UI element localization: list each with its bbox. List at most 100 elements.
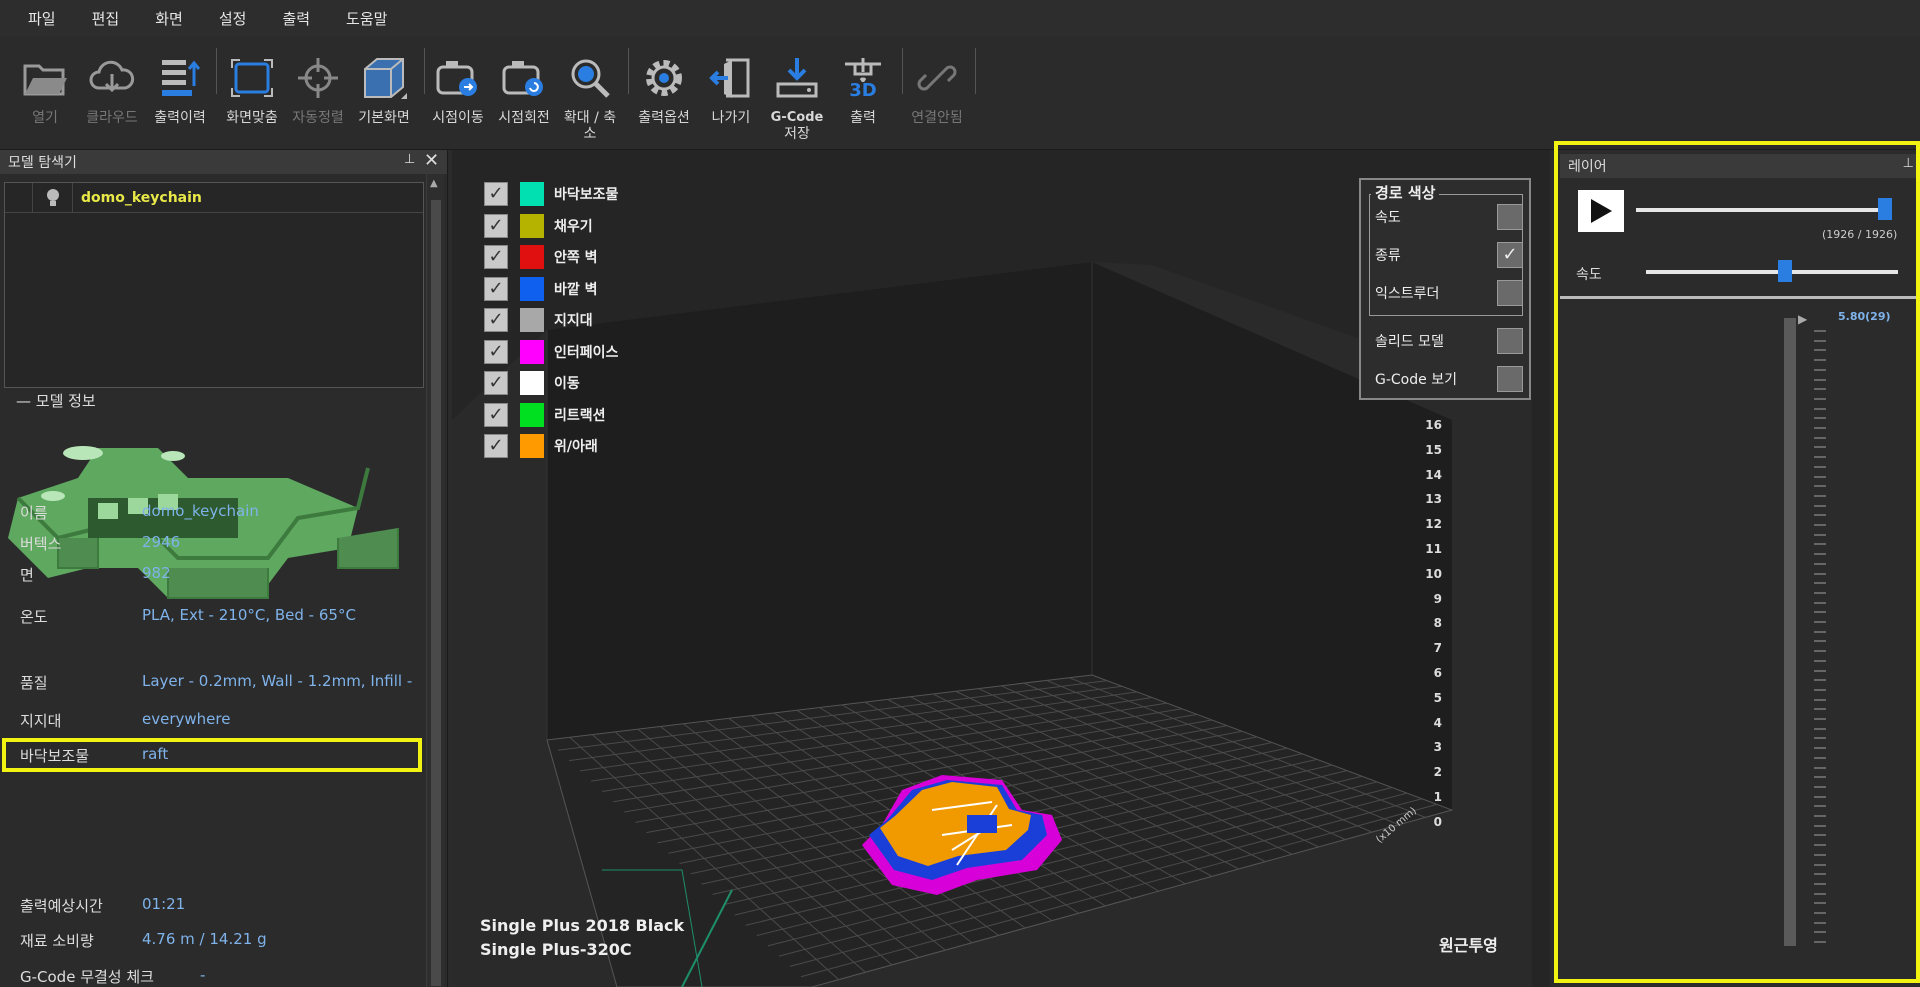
- layer-pointer-icon[interactable]: ▶: [1798, 312, 1807, 326]
- cloud-download-icon: [75, 46, 149, 110]
- disconnected-button[interactable]: 연결안됨: [900, 46, 974, 126]
- legend-swatch: [520, 308, 544, 332]
- open-button[interactable]: 열기: [8, 46, 82, 126]
- menu-view[interactable]: 화면: [155, 8, 183, 29]
- list-item[interactable]: domo_keychain: [5, 182, 423, 213]
- legend-item[interactable]: ✓ 이동: [484, 371, 580, 395]
- 3d-viewport[interactable]: ✓ 바닥보조물 ✓ 채우기 ✓ 안쪽 벽 ✓ 바깥 벽 ✓ 지지대 ✓ 인터페이스 ✓ 이동 ✓ 리트랙션 ✓ 위…: [452, 150, 1550, 987]
- gear-icon: [627, 46, 701, 110]
- pin-icon[interactable]: ⊥: [1903, 156, 1914, 171]
- layer-tick: [1814, 494, 1826, 497]
- scroll-up-icon[interactable]: ▲: [430, 178, 438, 189]
- layer-tick: [1814, 611, 1826, 614]
- exit-door-icon: [694, 46, 768, 110]
- default-view-button[interactable]: 기본화면: [347, 46, 421, 126]
- autoalign-button[interactable]: 자동정렬: [281, 46, 355, 126]
- projection-toggle[interactable]: 원근투영: [1439, 932, 1498, 956]
- layer-tick: [1814, 378, 1826, 381]
- menu-settings[interactable]: 설정: [219, 8, 247, 29]
- path-speed-row[interactable]: 속도: [1375, 204, 1523, 230]
- legend-checkbox[interactable]: ✓: [484, 434, 508, 458]
- layer-tick: [1814, 339, 1826, 342]
- model-name: domo_keychain: [81, 189, 202, 206]
- pin-icon[interactable]: ⊥: [404, 152, 415, 167]
- layer-slider-handle[interactable]: [1878, 198, 1892, 220]
- info-quality-row: 품질 Layer - 0.2mm, Wall - 1.2mm, Infill -: [20, 672, 413, 692]
- checkbox-gcode[interactable]: [1497, 366, 1523, 392]
- menu-bar: 파일 편집 화면 설정 출력 도움말: [0, 0, 1920, 36]
- gcode-save-button[interactable]: G-Code 저장: [760, 46, 834, 142]
- layer-tick: [1814, 834, 1826, 837]
- layer-tick: [1814, 766, 1826, 769]
- legend-item[interactable]: ✓ 인터페이스: [484, 339, 618, 364]
- legend-label: 바닥보조물: [554, 187, 619, 203]
- legend-item[interactable]: ✓ 지지대: [484, 308, 593, 332]
- legend-swatch: [520, 182, 544, 206]
- legend-checkbox[interactable]: ✓: [484, 276, 508, 301]
- layer-slider[interactable]: [1636, 208, 1892, 212]
- legend-item[interactable]: ✓ 바닥보조물: [484, 182, 618, 206]
- rotate-view-button[interactable]: 시점회전: [487, 46, 561, 126]
- legend-item[interactable]: ✓ 리트랙션: [484, 402, 606, 427]
- crosshair-icon: [281, 46, 355, 110]
- legend-label: 바깥 벽: [554, 281, 598, 298]
- model-info-title: — 모델 정보: [16, 392, 96, 410]
- checkbox-solid[interactable]: [1497, 328, 1523, 354]
- checkbox-type[interactable]: ✓: [1497, 242, 1523, 268]
- legend-checkbox[interactable]: ✓: [484, 339, 508, 364]
- layer-tick: [1814, 708, 1826, 711]
- z-tick-label: 13: [1425, 492, 1442, 507]
- layer-vertical-slider[interactable]: [1784, 318, 1796, 946]
- scrollbar[interactable]: ▲: [426, 174, 444, 987]
- info-support-row: 지지대 everywhere: [20, 710, 231, 730]
- fit-button[interactable]: 화면맞춤: [215, 46, 289, 126]
- z-tick-label: 6: [1433, 666, 1442, 680]
- print-button[interactable]: 3D 출력: [826, 46, 900, 126]
- menu-file[interactable]: 파일: [28, 8, 56, 29]
- layer-tick: [1814, 572, 1826, 575]
- z-tick-label: 14: [1425, 467, 1442, 482]
- lightbulb-icon[interactable]: [33, 182, 73, 213]
- speed-slider-handle[interactable]: [1777, 260, 1792, 282]
- legend-swatch: [520, 371, 544, 395]
- layer-tick: [1814, 815, 1826, 817]
- zoom-button[interactable]: 확대 / 축소: [553, 46, 627, 142]
- close-icon[interactable]: ✕: [424, 150, 439, 171]
- z-tick-label: 1: [1433, 790, 1442, 804]
- cloud-button[interactable]: 클라우드: [75, 46, 149, 126]
- menu-help[interactable]: 도움말: [346, 8, 387, 29]
- layer-tick: [1814, 718, 1826, 720]
- legend-checkbox[interactable]: ✓: [484, 402, 508, 427]
- solid-model-row[interactable]: 솔리드 모델: [1375, 328, 1523, 354]
- gcode-view-row[interactable]: G-Code 보기: [1375, 366, 1523, 392]
- history-button[interactable]: 출력이력: [143, 46, 217, 126]
- legend-item[interactable]: ✓ 위/아래: [484, 434, 598, 458]
- print-options-button[interactable]: 출력옵션: [627, 46, 701, 126]
- layer-tick: [1814, 873, 1826, 876]
- layer-tick: [1814, 650, 1826, 653]
- path-extruder-row[interactable]: 익스트루더: [1375, 280, 1523, 306]
- legend-checkbox[interactable]: ✓: [484, 371, 508, 395]
- legend-item[interactable]: ✓ 안쪽 벽: [484, 245, 598, 269]
- speed-slider[interactable]: [1646, 270, 1898, 274]
- legend-item[interactable]: ✓ 바깥 벽: [484, 276, 598, 301]
- path-color-title: 경로 색상: [1371, 182, 1440, 203]
- exit-button[interactable]: 나가기: [694, 46, 768, 126]
- menu-edit[interactable]: 편집: [92, 8, 120, 29]
- layer-tick: [1814, 737, 1826, 740]
- menu-print[interactable]: 출력: [282, 8, 310, 29]
- legend-item[interactable]: ✓ 채우기: [484, 213, 593, 238]
- checkbox-extruder[interactable]: [1497, 280, 1523, 306]
- layer-tick: [1814, 427, 1826, 429]
- play-button[interactable]: [1578, 190, 1624, 232]
- legend-checkbox[interactable]: ✓: [484, 245, 508, 269]
- printer-name-label: Single Plus-320C: [480, 940, 632, 959]
- legend-checkbox[interactable]: ✓: [484, 213, 508, 238]
- layer-tick: [1814, 388, 1826, 391]
- legend-checkbox[interactable]: ✓: [484, 308, 508, 332]
- checkbox-speed[interactable]: [1497, 204, 1523, 230]
- legend-checkbox[interactable]: ✓: [484, 182, 508, 206]
- move-view-button[interactable]: 시점이동: [421, 46, 495, 126]
- layer-tick: [1814, 630, 1826, 633]
- path-type-row[interactable]: 종류 ✓: [1375, 242, 1523, 268]
